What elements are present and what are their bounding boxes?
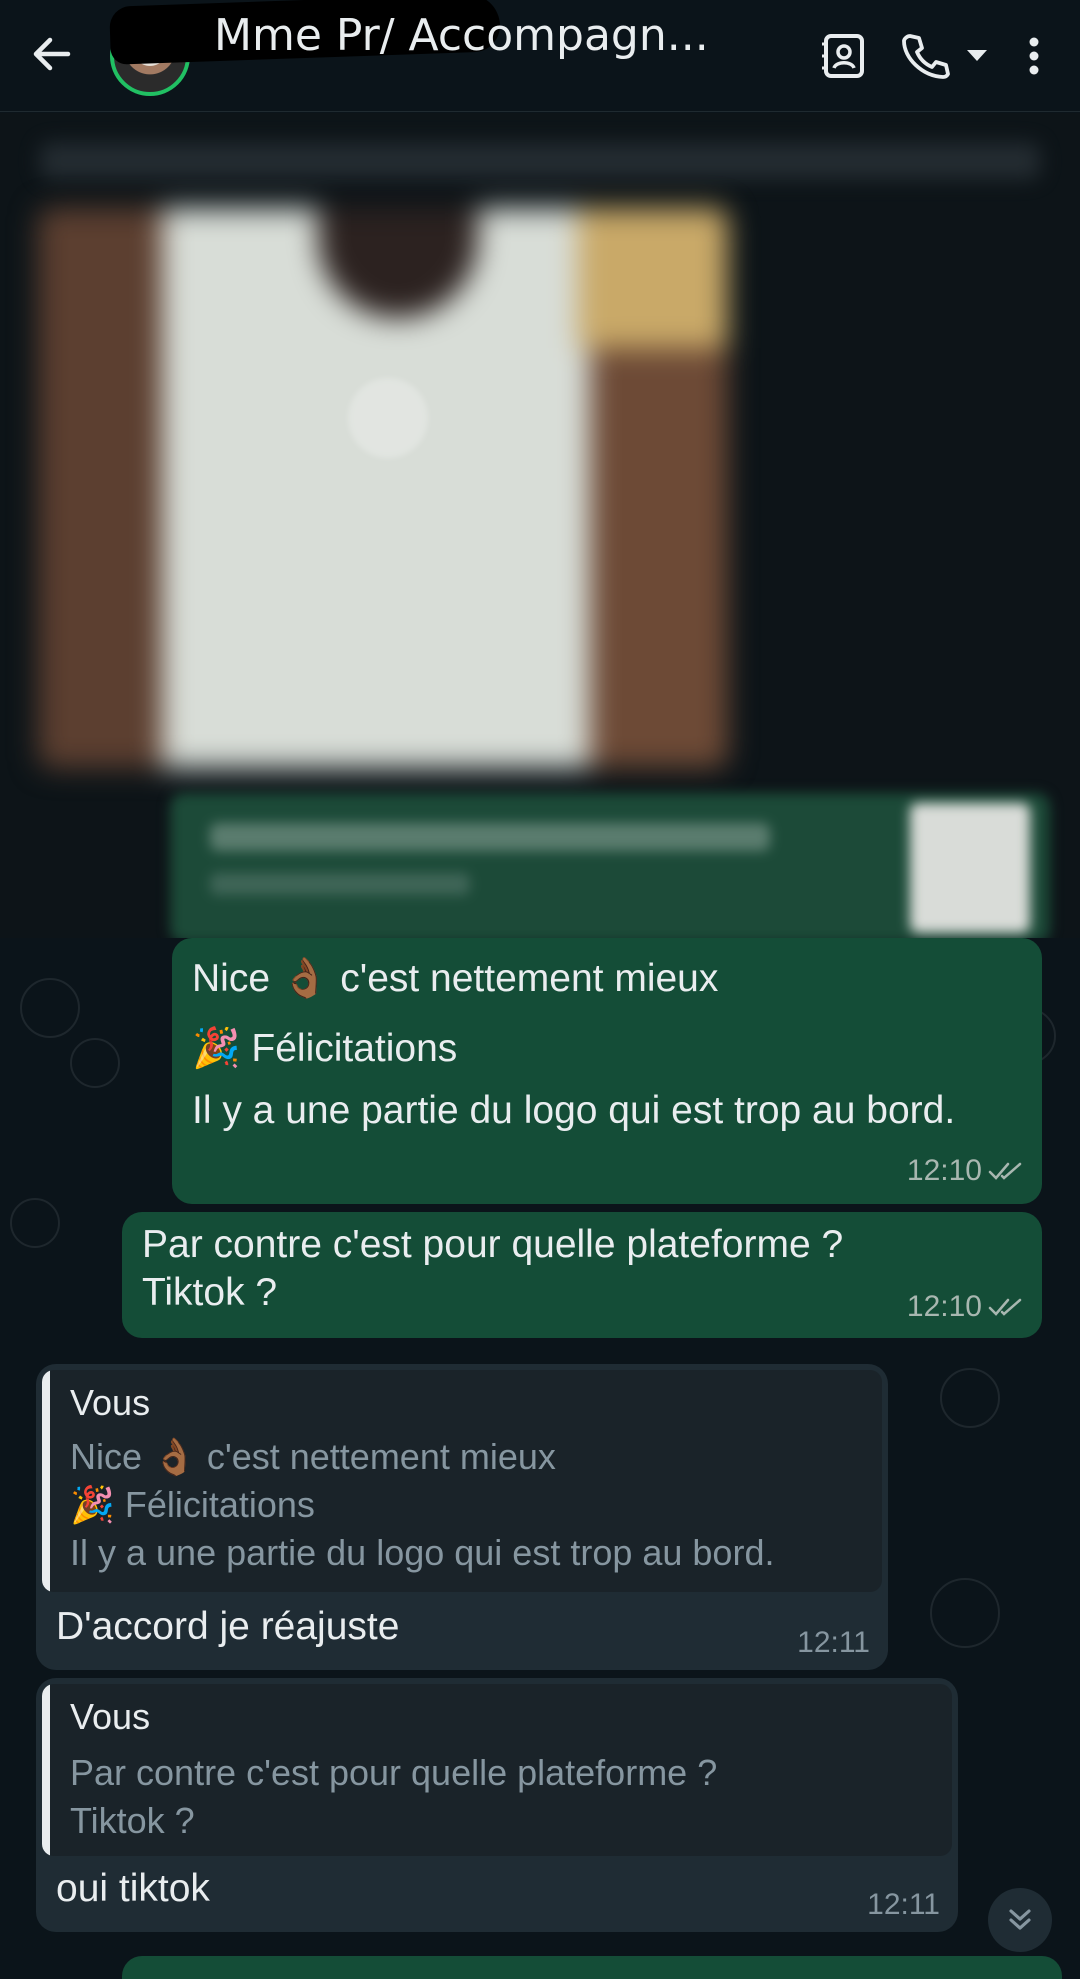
more-vert-icon[interactable] [1022,30,1046,82]
chat-header: Mme Pr/ Accompagn... [0,0,1080,112]
outgoing-message[interactable]: Nice 👌🏾 c'est nettement mieux 🎉 Félicita… [172,938,1042,1204]
incoming-message[interactable]: Vous Par contre c'est pour quelle platef… [36,1678,958,1932]
message-time: 12:10 [906,1290,982,1323]
message-text: D'accord je réajuste [56,1605,400,1648]
back-arrow-icon[interactable] [28,30,76,78]
message-time: 12:10 [906,1154,982,1187]
blurred-text [40,143,1040,179]
quoted-message[interactable]: Vous Nice 👌🏾 c'est nettement mieux 🎉 Fél… [42,1370,882,1592]
outgoing-message[interactable]: Par contre c'est pour quelle plateforme … [122,1212,1042,1338]
message-line: Il y a une partie du logo qui est trop a… [192,1089,956,1132]
quote-line: Tiktok ? [70,1800,195,1841]
contacts-book-icon[interactable] [818,30,870,82]
message-meta: 12:10 [907,1154,1022,1188]
quote-line: 🎉 Félicitations [70,1484,315,1525]
incoming-message[interactable]: Vous Nice 👌🏾 c'est nettement mieux 🎉 Fél… [36,1364,888,1670]
quote-author: Vous [70,1382,151,1423]
message-time: 12:11 [797,1626,870,1659]
phone-icon[interactable] [898,30,950,82]
message-line: Tiktok ? [142,1271,278,1314]
next-outgoing-message-peek [122,1956,1062,1979]
message-line: Nice 👌🏾 c'est nettement mieux [192,957,719,1000]
quoted-message[interactable]: Vous Par contre c'est pour quelle platef… [42,1684,952,1856]
double-chevron-down-icon [1009,1909,1031,1930]
quote-line: Par contre c'est pour quelle plateforme … [70,1752,718,1793]
quote-line: Nice 👌🏾 c'est nettement mieux [70,1436,556,1477]
quote-line: Il y a une partie du logo qui est trop a… [70,1532,775,1573]
blurred-media-area [0,113,1080,938]
double-check-icon [988,1162,1022,1180]
caret-down-icon[interactable] [962,30,992,82]
quote-bar [42,1684,50,1856]
scroll-to-bottom-button[interactable] [988,1888,1052,1952]
quote-bar [42,1370,50,1592]
contact-name[interactable]: Mme Pr/ Accompagn... [214,10,784,61]
message-meta: 12:10 [907,1290,1022,1324]
blurred-video-thumbnail[interactable] [38,208,728,768]
double-check-icon [988,1298,1022,1316]
play-icon[interactable] [348,378,428,458]
blurred-reply-bubble [170,793,1050,938]
quote-author: Vous [70,1696,151,1737]
message-time: 12:11 [867,1888,940,1921]
message-line: 🎉 Félicitations [192,1027,458,1070]
message-text: oui tiktok [56,1867,210,1910]
